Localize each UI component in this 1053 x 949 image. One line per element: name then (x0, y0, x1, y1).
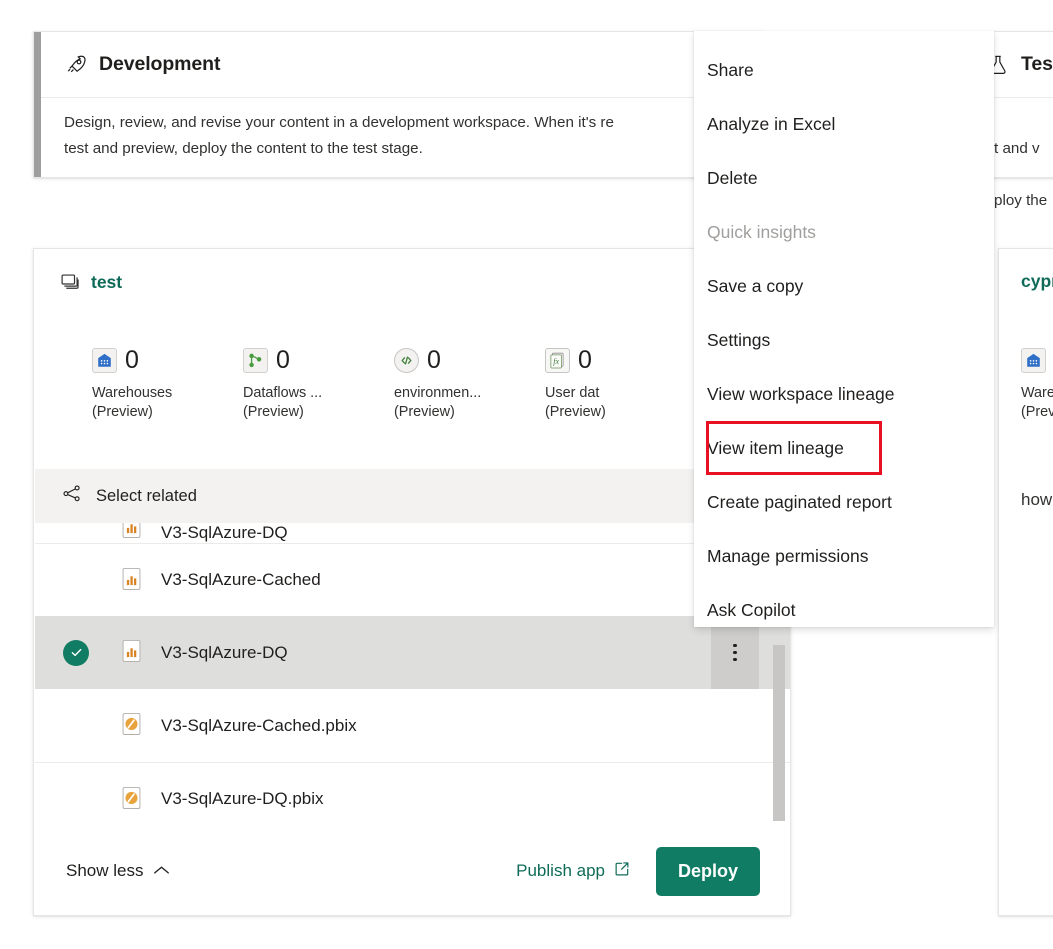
metric-top: 0 (243, 345, 394, 375)
metric-preview-tag: (Preview) (243, 404, 394, 420)
test-stage-description-line2: ploy the (994, 188, 1053, 214)
menu-item-analyze-in-excel[interactable]: Analyze in Excel (694, 97, 994, 151)
test-workspace-header: test (59, 271, 122, 293)
list-item-name: V3-SqlAzure-Cached.pbix (161, 716, 357, 736)
metric-top: 0 (394, 345, 545, 375)
select-related-bar: Select related 1 s (35, 469, 791, 523)
cypress-workspace-card: cypres 0 Wareh (998, 248, 1053, 916)
cypress-note-text: how m (1021, 487, 1053, 513)
content-card-footer: Show less Publish app (34, 827, 790, 915)
test-stage-card: Test t and v ploy the (993, 31, 1053, 178)
menu-item-share[interactable]: Share (694, 43, 994, 97)
metric-top: 0 (92, 345, 243, 375)
share-nodes-icon (61, 483, 83, 510)
menu-item-settings[interactable]: Settings (694, 313, 994, 367)
menu-item-view-workspace-lineage[interactable]: View workspace lineage (694, 367, 994, 421)
cypress-workspace-name[interactable]: cypres (1021, 271, 1053, 292)
select-related-left: Select related (61, 483, 197, 510)
show-less-toggle[interactable]: Show less (66, 861, 170, 881)
semantic-model-icon (119, 523, 144, 543)
metric-label: Wareh (1021, 385, 1053, 401)
list-item[interactable]: V3-SqlAzure-DQ (35, 523, 791, 543)
row-check-slot[interactable] (63, 640, 119, 666)
warehouse-icon (1021, 348, 1046, 373)
metric-warehouses: 0 Warehouses (Preview) (92, 345, 243, 420)
list-item[interactable]: V3-SqlAzure-Cached.pbix (35, 689, 791, 762)
related-item-list[interactable]: V3-SqlAzure-DQ V3-SqlAzure-Cached (35, 523, 791, 827)
deployment-pipeline-screen: Development Design, review, and revise y… (0, 0, 1053, 949)
metric-warehouses: 0 Wareh (Previe (1021, 345, 1053, 420)
metric-preview-tag: (Preview) (92, 404, 243, 420)
development-stage-card: Development Design, review, and revise y… (33, 31, 763, 178)
environment-icon (394, 348, 419, 373)
metric-count: 0 (427, 348, 441, 373)
metric-count: 0 (578, 348, 592, 373)
test-stage-title: Test (1021, 53, 1053, 76)
menu-item-create-paginated-report[interactable]: Create paginated report (694, 475, 994, 529)
list-item[interactable]: V3-SqlAzure-DQ.pbix (35, 762, 791, 827)
show-less-label: Show less (66, 861, 143, 881)
metric-label: Dataflows ... (243, 385, 394, 401)
publish-app-label: Publish app (516, 861, 605, 881)
list-item-name: V3-SqlAzure-DQ (161, 523, 288, 543)
metric-dataflows: 0 Dataflows ... (Preview) (243, 345, 394, 420)
menu-item-delete[interactable]: Delete (694, 151, 994, 205)
test-workspace-name[interactable]: test (91, 272, 122, 293)
development-stage-header: Development (41, 32, 762, 98)
menu-item-view-item-lineage[interactable]: View item lineage (706, 421, 882, 475)
dataflow-icon (243, 348, 268, 373)
list-item-name: V3-SqlAzure-DQ.pbix (161, 789, 324, 809)
chevron-up-icon (153, 861, 170, 881)
test-workspace-content-card: test 0 Wareho (33, 248, 791, 916)
deploy-button[interactable]: Deploy (656, 847, 760, 896)
menu-item-manage-permissions[interactable]: Manage permissions (694, 529, 994, 583)
select-related-label: Select related (96, 487, 197, 506)
metric-count: 0 (125, 348, 139, 373)
metric-environments: 0 environmen... (Preview) (394, 345, 545, 420)
menu-item-save-a-copy[interactable]: Save a copy (694, 259, 994, 313)
metric-user-data-functions: fx 0 User dat (Preview) (545, 345, 696, 420)
metric-label: Warehouses (92, 385, 243, 401)
external-link-icon (614, 861, 630, 882)
rocket-icon (64, 53, 88, 77)
metric-preview-tag: (Preview) (394, 404, 545, 420)
menu-item-ask-copilot[interactable]: Ask Copilot (694, 583, 994, 637)
development-stage-description: Design, review, and revise your content … (64, 110, 748, 162)
report-icon (119, 711, 144, 741)
test-stage-description: t and v ploy the (994, 110, 1053, 240)
metric-count: 0 (276, 348, 290, 373)
test-stage-header: Test (994, 32, 1053, 98)
metric-label: User dat (545, 385, 696, 401)
footer-actions: Publish app Deploy (516, 847, 760, 896)
scrollbar-thumb[interactable] (773, 645, 785, 821)
list-item-name: V3-SqlAzure-DQ (161, 643, 288, 663)
semantic-model-icon (119, 638, 144, 668)
list-item[interactable]: V3-SqlAzure-DQ (35, 616, 791, 689)
metric-preview-tag: (Previe (1021, 404, 1053, 420)
user-data-function-icon: fx (545, 348, 570, 373)
warehouse-icon (92, 348, 117, 373)
svg-text:fx: fx (553, 357, 559, 366)
stage-accent-bar (34, 32, 41, 177)
list-item-name: V3-SqlAzure-Cached (161, 570, 321, 590)
publish-app-link[interactable]: Publish app (516, 861, 630, 882)
workspace-stack-icon (59, 271, 81, 293)
workspace-metrics: 0 Warehouses (Preview) 0 (92, 345, 696, 420)
list-item[interactable]: V3-SqlAzure-Cached (35, 543, 791, 616)
metric-top: fx 0 (545, 345, 696, 375)
more-vertical-icon (733, 644, 737, 662)
menu-item-quick-insights: Quick insights (694, 205, 994, 259)
development-stage-title: Development (99, 53, 220, 76)
report-icon (119, 784, 144, 814)
cypress-metrics: 0 Wareh (Previe (1021, 345, 1053, 420)
metric-label: environmen... (394, 385, 545, 401)
semantic-model-icon (119, 565, 144, 595)
cypress-workspace-header: cypres (1021, 271, 1053, 292)
checkmark-icon (63, 640, 89, 666)
metric-preview-tag: (Preview) (545, 404, 696, 420)
test-stage-description-line1: t and v (994, 136, 1053, 162)
item-context-menu: Share Analyze in Excel Delete Quick insi… (694, 31, 994, 627)
metric-top: 0 (1021, 345, 1053, 375)
